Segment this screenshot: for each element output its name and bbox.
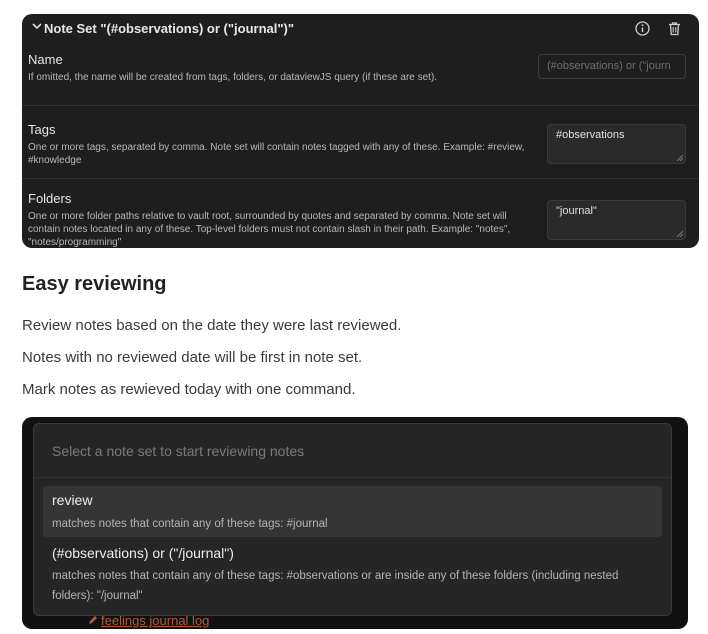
suggestion-item-selected[interactable]: review matches notes that contain any of… xyxy=(43,486,662,537)
suggestion-item[interactable]: (#observations) or ("/journal") matches … xyxy=(43,541,662,603)
resize-grip-icon[interactable] xyxy=(676,154,683,161)
setting-label: Name xyxy=(28,52,63,67)
setting-description: One or more folder paths relative to vau… xyxy=(28,211,511,248)
resize-grip-icon[interactable] xyxy=(676,230,683,237)
pencil-icon xyxy=(89,616,97,624)
paragraph: Mark notes as rewieved today with one co… xyxy=(22,381,356,398)
tags-value: #observations xyxy=(556,129,625,141)
tags-textarea[interactable]: #observations xyxy=(547,124,686,164)
folders-textarea[interactable]: "journal" xyxy=(547,200,686,240)
chevron-down-icon[interactable] xyxy=(31,20,43,32)
suggestion-title: review xyxy=(52,492,93,508)
suggestion-title: (#observations) or ("/journal") xyxy=(52,545,234,561)
folders-value: "journal" xyxy=(556,205,597,217)
suggestion-description: matches notes that contain any of these … xyxy=(52,518,328,530)
setting-description: If omitted, the name will be created fro… xyxy=(28,72,438,83)
setting-folders: Folders One or more folder paths relativ… xyxy=(22,178,699,248)
paragraph: Notes with no reviewed date will be firs… xyxy=(22,349,363,366)
note-set-title: Note Set "(#observations) or ("journal")… xyxy=(44,21,295,36)
setting-tags: Tags One or more tags, separated by comm… xyxy=(22,105,699,177)
setting-label: Tags xyxy=(28,122,56,137)
paragraph: Review notes based on the date they were… xyxy=(22,317,402,334)
info-icon[interactable] xyxy=(634,20,651,37)
note-set-picker-modal: Select a note set to start reviewing not… xyxy=(33,423,672,616)
note-set-search-input[interactable]: Select a note set to start reviewing not… xyxy=(34,424,671,478)
trash-icon[interactable] xyxy=(666,20,683,37)
section-heading: Easy reviewing xyxy=(22,273,167,295)
setting-label: Folders xyxy=(28,191,72,206)
note-set-settings-panel: Note Set "(#observations) or ("journal")… xyxy=(22,14,699,248)
note-set-header[interactable]: Note Set "(#observations) or ("journal")… xyxy=(22,14,699,44)
name-input[interactable]: (#observations) or ("journ xyxy=(538,54,686,79)
setting-name: Name If omitted, the name will be create… xyxy=(22,50,699,105)
note-set-picker-screenshot: feelings journal log Select a note set t… xyxy=(22,417,688,629)
setting-description: One or more tags, separated by comma. No… xyxy=(28,142,525,166)
suggestion-description: matches notes that contain any of these … xyxy=(52,570,619,602)
